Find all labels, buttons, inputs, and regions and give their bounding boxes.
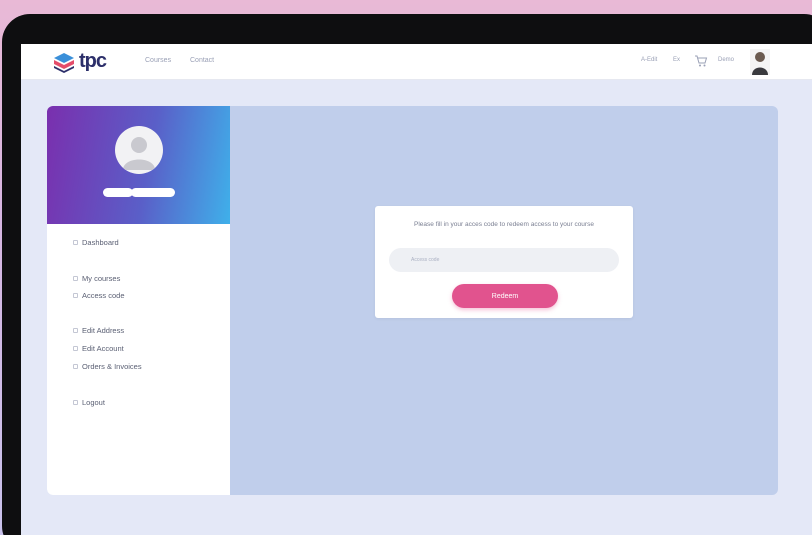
courses-icon	[73, 276, 78, 281]
profile-last-name	[131, 188, 175, 197]
nav-language[interactable]: A-Edit	[641, 57, 657, 63]
sidebar-item-access-code[interactable]: Access code	[73, 291, 125, 300]
sidebar-item-label: Dashboard	[82, 238, 119, 247]
nav-extra[interactable]: Ex	[673, 57, 680, 63]
profile-avatar	[115, 126, 163, 174]
user-silhouette-icon	[123, 137, 155, 170]
sidebar-item-dashboard[interactable]: Dashboard	[73, 238, 119, 247]
sidebar-item-label: My courses	[82, 274, 121, 283]
key-icon	[73, 293, 78, 298]
tpc-logo-icon[interactable]	[53, 52, 75, 74]
sidebar-item-label: Logout	[82, 398, 105, 407]
logout-icon	[73, 400, 78, 405]
sidebar-item-orders-invoices[interactable]: Orders & Invoices	[73, 362, 142, 371]
profile-header	[47, 106, 230, 224]
dashboard-icon	[73, 240, 78, 245]
user-icon	[73, 346, 78, 351]
redeem-instructions: Please fill in your acces code to redeem…	[414, 221, 594, 228]
sidebar-item-label: Edit Account	[82, 344, 124, 353]
sidebar-item-edit-account[interactable]: Edit Account	[73, 344, 124, 353]
app-screen: tpc Courses Contact A-Edit Ex Demo Dashb…	[21, 44, 812, 535]
sidebar-item-edit-address[interactable]: Edit Address	[73, 326, 124, 335]
nav-link-courses[interactable]: Courses	[145, 57, 171, 64]
sidebar-item-logout[interactable]: Logout	[73, 398, 105, 407]
sidebar-item-my-courses[interactable]: My courses	[73, 274, 120, 283]
cart-icon[interactable]	[694, 54, 708, 68]
redeem-card: Please fill in your acces code to redeem…	[375, 206, 633, 318]
redeem-button[interactable]: Redeem	[452, 284, 558, 308]
profile-first-name	[103, 188, 133, 197]
top-navbar: tpc Courses Contact A-Edit Ex Demo	[21, 44, 812, 80]
receipt-icon	[73, 364, 78, 369]
sidebar-item-label: Edit Address	[82, 326, 125, 335]
account-sidebar: Dashboard My courses Access code Edit Ad…	[47, 106, 230, 495]
sidebar-item-label: Orders & Invoices	[82, 362, 142, 371]
user-avatar-icon[interactable]	[750, 49, 770, 75]
account-panel: Dashboard My courses Access code Edit Ad…	[47, 106, 778, 495]
nav-link-contact[interactable]: Contact	[190, 57, 214, 64]
nav-user-name[interactable]: Demo	[718, 57, 734, 63]
access-code-input[interactable]	[389, 248, 619, 272]
sidebar-item-label: Access code	[82, 291, 125, 300]
brand-name[interactable]: tpc	[79, 50, 107, 73]
home-icon	[73, 328, 78, 333]
